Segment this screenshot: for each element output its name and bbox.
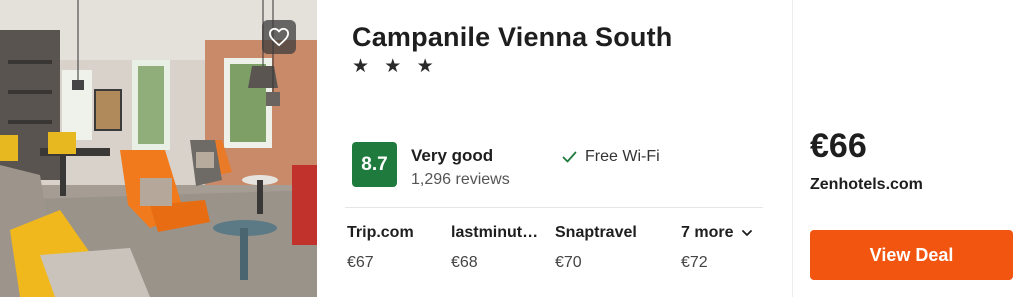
rating-label: Very good [411, 146, 494, 165]
amenity-label: Free Wi-Fi [585, 148, 660, 165]
chevron-down-icon [742, 229, 753, 236]
provider-name: Trip.com [347, 224, 414, 241]
hotel-name[interactable]: Campanile Vienna South [352, 22, 672, 53]
check-icon [562, 151, 577, 163]
provider-price: €68 [451, 254, 478, 271]
provider-price: €70 [555, 254, 582, 271]
more-providers-label: 7 more [681, 224, 734, 241]
rating-score-badge: 8.7 [352, 142, 397, 187]
price-column-divider [792, 0, 793, 297]
provider-price: €67 [347, 254, 374, 271]
star-rating: ★ ★ ★ [352, 56, 439, 77]
favorite-button[interactable] [262, 20, 296, 54]
review-count[interactable]: 1,296 reviews [411, 171, 510, 189]
more-providers-price: €72 [681, 254, 708, 271]
section-divider [345, 207, 763, 208]
hotel-result-card[interactable]: Campanile Vienna South ★ ★ ★ 8.7 Very go… [0, 0, 1024, 297]
hotel-photo[interactable] [0, 0, 317, 297]
view-deal-button[interactable]: View Deal [810, 230, 1013, 280]
best-price[interactable]: €66 [810, 127, 867, 166]
provider-offer[interactable]: lastminute.com €68 [451, 224, 541, 272]
amenity-free-wifi: Free Wi-Fi [562, 148, 660, 166]
heart-icon [268, 27, 289, 47]
provider-offer[interactable]: Trip.com €67 [347, 224, 437, 272]
provider-offer[interactable]: Snaptravel €70 [555, 224, 655, 272]
more-providers[interactable]: 7 more €72 [681, 224, 761, 272]
best-price-provider[interactable]: Zenhotels.com [810, 176, 923, 194]
more-providers-toggle[interactable]: 7 more [681, 224, 761, 242]
provider-name: Snaptravel [555, 224, 637, 241]
provider-name: lastminute.com [451, 224, 541, 241]
